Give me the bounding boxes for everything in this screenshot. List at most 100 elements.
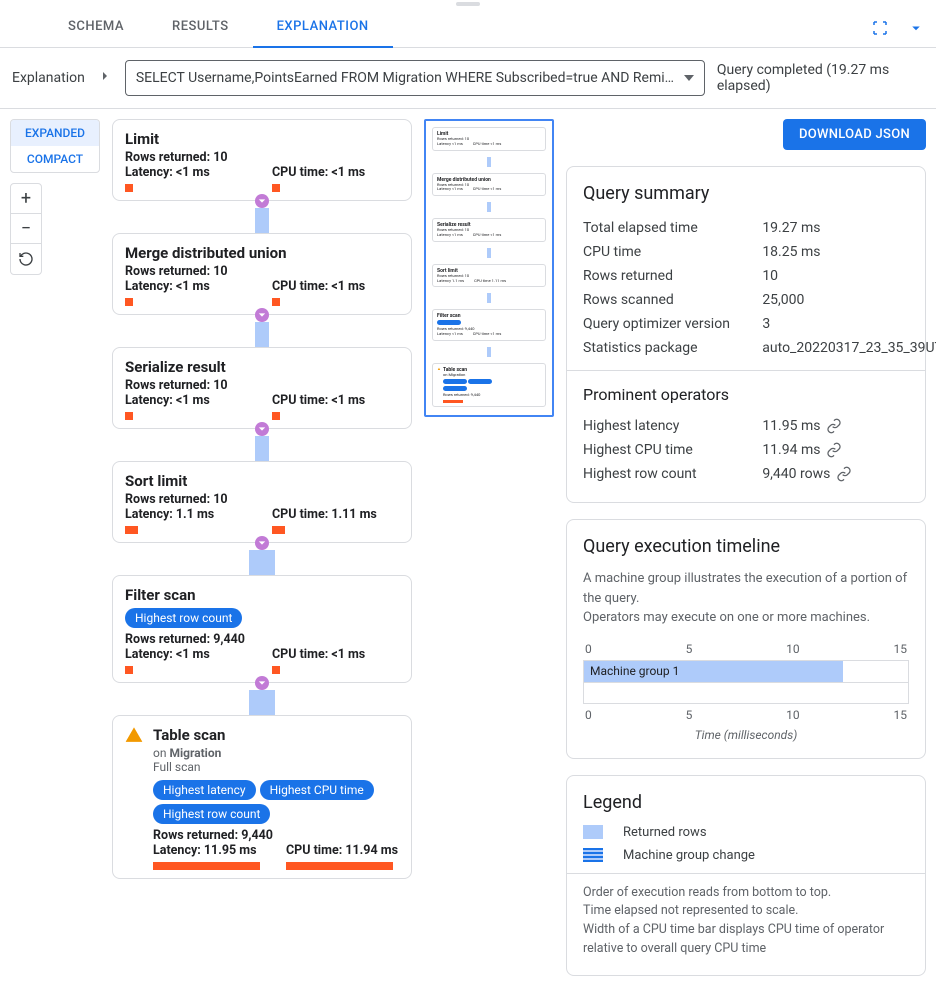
legend-swatch-mg (583, 848, 603, 862)
latency-bar (125, 184, 133, 192)
node-cpu: CPU time: 11.94 ms (286, 843, 399, 858)
node-latency: Latency: 11.95 ms (153, 843, 266, 858)
legend-swatch-rows (583, 825, 603, 839)
timeline-desc1: A machine group illustrates the executio… (583, 569, 909, 608)
node-title: Serialize result (125, 358, 399, 376)
plan-tree[interactable]: LimitRows returned: 10Latency: <1 msCPU … (112, 119, 412, 879)
node-title: Table scan (153, 726, 399, 744)
view-mode-toggle: EXPANDED COMPACT (10, 119, 100, 173)
timeline-card: Query execution timeline A machine group… (566, 519, 926, 759)
node-title: Filter scan (125, 586, 399, 604)
cpu-bar (272, 298, 280, 306)
link-icon[interactable] (836, 466, 852, 482)
machine-group-bar[interactable]: Machine group 1 (584, 661, 843, 682)
node-badge: Highest latency (153, 780, 256, 800)
chevron-right-icon (97, 68, 113, 88)
plan-node[interactable]: Serialize resultRows returned: 10Latency… (112, 347, 412, 429)
plan-node[interactable]: Sort limit Rows returned: 10Latency: 1.1 … (112, 461, 412, 543)
node-rows: Rows returned: 10 (125, 492, 399, 507)
connector-dot[interactable] (255, 194, 269, 208)
legend-card: Legend Returned rows Machine group chang… (566, 775, 926, 976)
node-cpu: CPU time: <1 ms (272, 279, 399, 294)
connector-dot[interactable] (255, 536, 269, 550)
summary-row: Statistics packageauto_20220317_23_35_39… (583, 336, 909, 360)
zoom-out-button[interactable]: − (11, 214, 41, 244)
node-rows: Rows returned: 10 (125, 150, 399, 165)
breadcrumb: Explanation (12, 70, 85, 86)
summary-title: Query summary (583, 183, 909, 204)
tab-results[interactable]: RESULTS (148, 8, 253, 48)
tick: 15 (893, 708, 907, 722)
fullscreen-icon[interactable] (868, 16, 892, 40)
warning-icon (125, 726, 143, 870)
summary-row: CPU time18.25 ms (583, 240, 909, 264)
connector-dot[interactable] (255, 422, 269, 436)
query-summary-card: Query summary Total elapsed time19.27 ms… (566, 166, 926, 503)
node-badge: Highest row count (153, 804, 270, 824)
node-latency: Latency: <1 ms (125, 279, 252, 294)
connector-dot[interactable] (255, 676, 269, 690)
node-latency: Latency: <1 ms (125, 393, 252, 408)
zoom-in-button[interactable]: + (11, 184, 41, 214)
link-icon[interactable] (826, 418, 842, 434)
collapse-icon[interactable] (904, 16, 928, 40)
tick: 10 (786, 708, 800, 722)
link-icon[interactable] (826, 442, 842, 458)
connector (112, 315, 412, 347)
tick: 5 (686, 642, 693, 656)
tab-explanation[interactable]: EXPLANATION (253, 8, 393, 48)
connector (112, 683, 412, 715)
node-cpu: CPU time: <1 ms (272, 647, 399, 662)
sub-bar: Explanation SELECT Username,PointsEarned… (0, 48, 936, 109)
legend-title: Legend (583, 792, 909, 813)
timeline-xlabel: Time (milliseconds) (583, 728, 909, 742)
node-title: Sort limit (125, 472, 399, 490)
plan-node[interactable]: Merge distributed union Rows returned: 10… (112, 233, 412, 315)
plan-node[interactable]: Table scanon MigrationFull scanHighest l… (112, 715, 412, 879)
timeline-title: Query execution timeline (583, 536, 909, 557)
plan-node[interactable]: LimitRows returned: 10Latency: <1 msCPU … (112, 119, 412, 201)
query-text: SELECT Username,PointsEarned FROM Migrat… (136, 70, 676, 86)
zoom-controls: + − (10, 183, 42, 275)
cpu-bar (272, 666, 280, 674)
node-cpu: CPU time: <1 ms (272, 393, 399, 408)
connector-dot[interactable] (255, 308, 269, 322)
summary-row: Rows returned10 (583, 264, 909, 288)
view-expanded-button[interactable]: EXPANDED (11, 120, 99, 146)
latency-bar (125, 412, 133, 420)
legend-mg-label: Machine group change (623, 848, 755, 863)
legend-foot1: Order of execution reads from bottom to … (583, 884, 909, 903)
latency-bar (125, 666, 133, 674)
node-rows: Rows returned: 9,440 (153, 828, 399, 843)
tab-schema[interactable]: SCHEMA (44, 8, 148, 48)
tick: 5 (686, 708, 693, 722)
cpu-bar (272, 526, 285, 534)
view-compact-button[interactable]: COMPACT (11, 146, 99, 172)
legend-foot3: Width of a CPU time bar displays CPU tim… (583, 921, 909, 959)
download-json-button[interactable]: DOWNLOAD JSON (783, 119, 926, 150)
latency-bar (125, 298, 133, 306)
query-select[interactable]: SELECT Username,PointsEarned FROM Migrat… (125, 60, 705, 96)
dropdown-icon (684, 73, 694, 83)
prominent-title: Prominent operators (583, 385, 909, 404)
node-cpu: CPU time: <1 ms (272, 165, 399, 180)
latency-bar (125, 526, 138, 534)
tab-bar: SCHEMA RESULTS EXPLANATION (0, 8, 936, 48)
legend-foot2: Time elapsed not represented to scale. (583, 902, 909, 921)
prominent-row: Highest CPU time11.94 ms (583, 438, 909, 462)
node-latency: Latency: 1.1 ms (125, 507, 252, 522)
tick: 15 (893, 642, 907, 656)
latency-bar (153, 862, 260, 870)
summary-row: Total elapsed time19.27 ms (583, 216, 909, 240)
minimap[interactable]: LimitRows returned: 10Latency <1 msCPU t… (424, 119, 554, 417)
tick: 0 (585, 708, 592, 722)
prominent-row: Highest row count9,440 rows (583, 462, 909, 486)
plan-node[interactable]: Filter scanHighest row countRows returne… (112, 575, 412, 683)
zoom-reset-button[interactable] (11, 244, 41, 274)
node-rows: Rows returned: 10 (125, 264, 399, 279)
legend-rows-label: Returned rows (623, 825, 707, 840)
node-title: Merge distributed union (125, 244, 399, 262)
node-cpu: CPU time: 1.11 ms (272, 507, 399, 522)
node-latency: Latency: <1 ms (125, 165, 252, 180)
node-latency: Latency: <1 ms (125, 647, 252, 662)
